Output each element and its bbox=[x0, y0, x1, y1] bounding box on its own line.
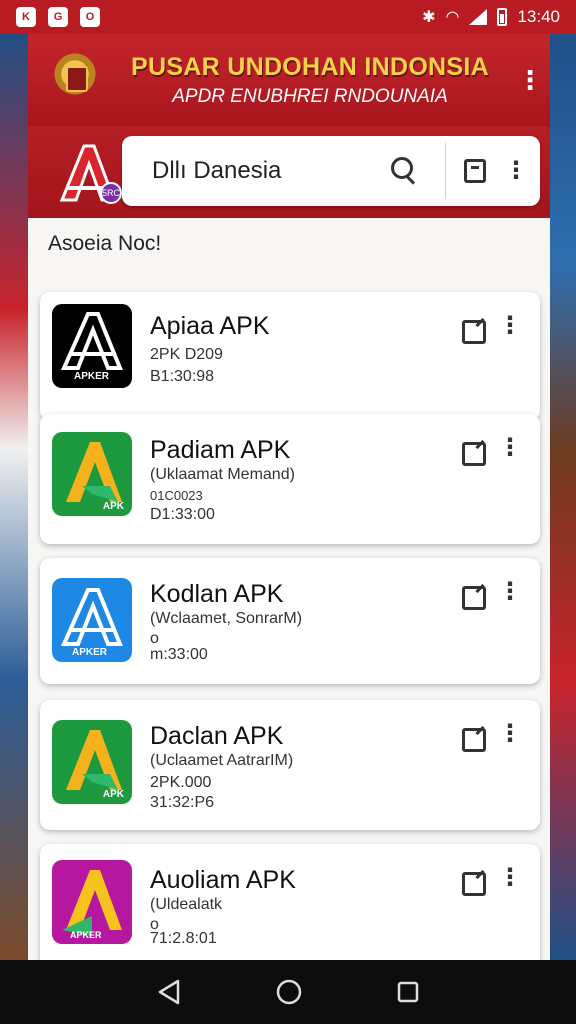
background-right-decoration bbox=[550, 30, 576, 960]
status-bar: K G O ✱ ◠ 13:40 bbox=[0, 0, 576, 34]
app-card[interactable]: APK Padiam APK (Uklaamat Memand) 01C0023… bbox=[40, 414, 540, 544]
app-detail-line1: (Uklaamat Memand) bbox=[150, 466, 295, 483]
app-icon-daclan: APK bbox=[52, 720, 132, 804]
edit-icon[interactable] bbox=[462, 442, 486, 466]
app-name: Daclan APK bbox=[150, 722, 284, 750]
notification-g-icon: G bbox=[48, 7, 68, 27]
search-icon[interactable] bbox=[383, 151, 423, 191]
app-detail-line3: 31:32:P6 bbox=[150, 794, 215, 811]
edit-icon[interactable] bbox=[462, 586, 486, 610]
app-name: Kodlan APK bbox=[150, 580, 284, 608]
app-list-panel: Asoeia Noc! APKER Apiaa APK 2PK D209 B1:… bbox=[28, 218, 550, 960]
card-more-icon[interactable]: ⋮ bbox=[498, 722, 522, 746]
header-title: PUSAR UNDOHAN INDONSIA bbox=[130, 52, 489, 81]
app-header: PUSAR UNDOHAN INDONSIA APDR ENUBHREI RND… bbox=[28, 34, 550, 126]
logo-badge: 5RC bbox=[100, 182, 122, 204]
app-logo-icon[interactable]: 5RC bbox=[54, 142, 122, 204]
app-card[interactable]: APKER Auoliam APK (Uldealatk o 71:2.8:01… bbox=[40, 844, 540, 960]
app-detail-line1: 2PK D209 bbox=[150, 346, 223, 363]
wifi-icon: ◠ bbox=[445, 9, 460, 26]
card-more-icon[interactable]: ⋮ bbox=[498, 314, 522, 338]
status-time: 13:40 bbox=[517, 7, 560, 26]
document-icon bbox=[464, 159, 486, 183]
battery-icon bbox=[497, 8, 508, 26]
search-input[interactable]: Dllı Danesia bbox=[122, 157, 383, 185]
app-name: Padiam APK bbox=[150, 436, 291, 464]
card-more-icon[interactable]: ⋮ bbox=[498, 580, 522, 604]
card-more-icon[interactable]: ⋮ bbox=[498, 866, 522, 890]
header-more-icon[interactable]: ⋮ bbox=[510, 65, 550, 96]
document-button[interactable] bbox=[446, 159, 504, 183]
app-icon-label: APKER bbox=[72, 647, 108, 658]
vibrate-icon: ✱ bbox=[422, 9, 436, 26]
edit-icon[interactable] bbox=[462, 728, 486, 752]
app-card[interactable]: APKER Apiaa APK 2PK D209 B1:30:98 ⋮ bbox=[40, 292, 540, 420]
app-icon-label: APKER bbox=[70, 930, 102, 940]
app-detail-line1: (Wclaamet, SonrarM) bbox=[150, 610, 303, 627]
edit-icon[interactable] bbox=[462, 320, 486, 344]
app-icon-auoliam: APKER bbox=[52, 860, 132, 944]
edit-icon[interactable] bbox=[462, 872, 486, 896]
background-left-decoration bbox=[0, 30, 28, 960]
search-box[interactable]: Dllı Danesia ⋮ bbox=[122, 136, 540, 206]
app-detail-line2: B1:30:98 bbox=[150, 368, 215, 385]
app-icon-label: APK bbox=[102, 789, 124, 800]
search-more-icon[interactable]: ⋮ bbox=[504, 159, 528, 183]
app-card[interactable]: APK Daclan APK (Uclaamet AatrarIM) 2PK.0… bbox=[40, 700, 540, 830]
header-subtitle: APDR ENUBHREI RNDOUNAIA bbox=[172, 85, 448, 107]
notification-o-icon: O bbox=[80, 7, 100, 27]
notification-k-icon: K bbox=[16, 7, 36, 27]
app-name: Auoliam APK bbox=[150, 866, 296, 894]
app-icon-kodlan: APKER bbox=[52, 578, 132, 662]
app-detail-line2: 2PK.000 bbox=[150, 774, 212, 791]
app-name: Apiaa APK bbox=[150, 312, 270, 340]
app-detail-line3: D1:33:00 bbox=[150, 506, 215, 523]
system-nav-bar bbox=[0, 960, 576, 1024]
app-icon-padiam: APK bbox=[52, 432, 132, 516]
garuda-emblem-icon bbox=[48, 50, 102, 110]
back-icon[interactable] bbox=[156, 978, 182, 1006]
app-detail-line3: m:33:00 bbox=[150, 646, 208, 663]
search-band: 5RC Dllı Danesia ⋮ bbox=[28, 126, 550, 218]
app-detail-line3: 71:2.8:01 bbox=[150, 930, 217, 947]
app-icon-label: APKER bbox=[74, 371, 110, 382]
home-icon[interactable] bbox=[275, 978, 303, 1006]
recents-icon[interactable] bbox=[396, 980, 420, 1004]
app-detail-line1: (Uldealatk bbox=[150, 896, 223, 913]
app-detail-line1: (Uclaamet AatrarIM) bbox=[150, 752, 294, 769]
app-icon-label: APK bbox=[102, 501, 124, 512]
signal-icon bbox=[469, 9, 488, 25]
card-more-icon[interactable]: ⋮ bbox=[498, 436, 522, 460]
app-card[interactable]: APKER Kodlan APK (Wclaamet, SonrarM) o m… bbox=[40, 558, 540, 684]
app-detail-line2: 01C0023 bbox=[150, 488, 203, 503]
section-title: Asoeia Noc! bbox=[48, 232, 162, 255]
app-icon-apiaa: APKER bbox=[52, 304, 132, 388]
